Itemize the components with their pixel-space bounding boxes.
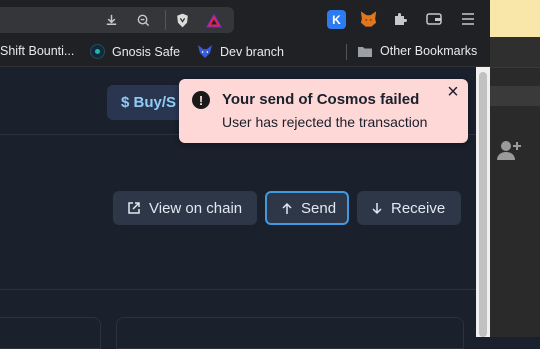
extensions-puzzle-icon[interactable] — [390, 9, 410, 29]
folder-icon — [357, 45, 373, 58]
section-divider — [0, 289, 476, 290]
bookmark-label: Shift Bounti... — [0, 44, 75, 58]
send-button[interactable]: Send — [265, 191, 349, 225]
toast-title: Your send of Cosmos failed — [222, 91, 420, 108]
fox-icon — [197, 44, 213, 59]
exclamation-icon: ! — [192, 91, 210, 109]
address-bar[interactable] — [0, 7, 234, 33]
add-user-icon[interactable] — [496, 138, 522, 162]
keplr-extension-icon[interactable]: K — [327, 10, 346, 29]
wallet-icon[interactable] — [424, 9, 444, 29]
view-on-chain-button[interactable]: View on chain — [113, 191, 257, 225]
bookmark-label: Dev branch — [220, 44, 284, 59]
adjacent-window-bar — [490, 86, 540, 106]
gnosis-icon — [90, 44, 105, 59]
send-label: Send — [301, 199, 337, 217]
bookmark-other-bookmarks[interactable]: Other Bookmarks — [357, 44, 477, 58]
bookmark-gnosis-safe[interactable]: Gnosis Safe — [90, 44, 180, 59]
brave-shield-icon[interactable] — [172, 10, 192, 30]
external-link-icon — [127, 201, 141, 215]
bookmark-shift-bounties[interactable]: Shift Bounti... — [0, 44, 74, 58]
scrollbar-thumb[interactable] — [479, 72, 487, 337]
adjacent-window-bar — [490, 37, 540, 68]
bookmark-label: Gnosis Safe — [112, 44, 181, 59]
receive-button[interactable]: Receive — [357, 191, 461, 225]
browser-toolbar: K — [0, 0, 490, 38]
bookmark-dev-branch[interactable]: Dev branch — [197, 44, 284, 59]
adjacent-window-strip — [490, 0, 540, 37]
view-on-chain-label: View on chain — [149, 199, 243, 217]
arrow-down-icon — [371, 202, 383, 215]
receive-label: Receive — [391, 199, 446, 217]
metamask-extension-icon[interactable] — [358, 9, 378, 29]
menu-icon[interactable] — [458, 9, 478, 29]
bookmarks-divider — [346, 44, 347, 60]
card — [116, 317, 464, 349]
adjacent-window — [490, 0, 540, 337]
zoom-out-icon[interactable] — [134, 11, 152, 29]
bookmark-label: Other Bookmarks — [380, 44, 478, 58]
bookmarks-bar: Shift Bounti... Gnosis Safe Dev branch O… — [0, 38, 490, 67]
url-divider — [165, 10, 166, 30]
error-toast: ! Your send of Cosmos failed User has re… — [179, 79, 468, 143]
close-icon[interactable]: × — [444, 82, 462, 102]
arrow-up-icon — [281, 202, 293, 215]
buy-sell-label: $ Buy/S — [121, 94, 177, 111]
toast-message: User has rejected the transaction — [222, 114, 428, 130]
brave-rewards-icon[interactable] — [204, 10, 224, 30]
download-icon[interactable] — [102, 11, 120, 29]
card — [0, 317, 101, 349]
